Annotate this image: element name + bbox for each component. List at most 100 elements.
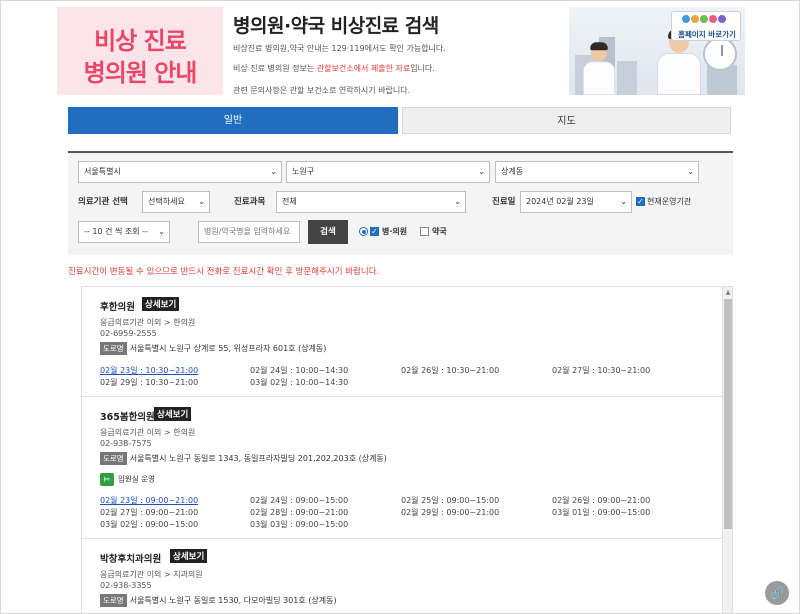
date-label: 진료일	[492, 197, 516, 207]
facility-category: 응급의료기관 이외 > 한의원	[100, 318, 196, 327]
page-title: 병의원·약국 비상진료 검색	[233, 15, 439, 37]
results-list: 후한의원 상세보기 응급의료기관 이외 > 한의원 02-6959-2555 도…	[81, 286, 733, 613]
banner-info-line2: 비상 진료 병의원 정보는 관할보건소에서 제출한 자료입니다.	[233, 63, 435, 74]
chevron-down-icon: ⌄	[158, 227, 165, 236]
homepage-button-label: 홈페이지 바로가기	[678, 30, 736, 39]
dept-select[interactable]: 전체 ⌄	[276, 191, 466, 213]
tab-general[interactable]: 일반	[68, 107, 398, 134]
hospital-option-label: 병·의원	[382, 227, 408, 236]
hospital-checkbox[interactable]: ✓	[370, 227, 379, 236]
banner-info-line1: 비상진료 병의원,약국 안내는 129·119에서도 확인 가능합니다.	[233, 44, 446, 53]
link-icon[interactable]: 🔗	[765, 581, 789, 605]
hours-entry: 02월 28일 : 09:00~21:00	[250, 508, 349, 517]
banner-info-line3: 관련 문의사항은 관할 보건소로 연락하시기 바랍니다.	[233, 86, 411, 95]
hours-entry: 02월 29일 : 10:30~21:00	[100, 378, 199, 387]
tab-map[interactable]: 지도	[402, 107, 731, 134]
logo-dots-icon	[682, 15, 727, 26]
road-tag: 도로명	[100, 452, 127, 465]
road-tag: 도로명	[100, 342, 127, 355]
facility-name[interactable]: 후한의원	[100, 299, 135, 313]
detail-button[interactable]: 상세보기	[154, 407, 192, 421]
hours-entry[interactable]: 02월 23일 : 10:30~21:00	[100, 365, 198, 376]
facility-category: 응급의료기관 이외 > 한의원	[100, 428, 196, 437]
facility-phone: 02-938-7575	[100, 439, 152, 448]
page-frame: 비상 진료 병의원 안내 병의원·약국 비상진료 검색 비상진료 병의원,약국 …	[0, 0, 800, 614]
facility-address: 도로명 서울특별시 노원구 동일로 1530, 다모아빌딩 301호 (상계동)	[100, 594, 337, 607]
name-search-input[interactable]: 병원/약국명을 입력하세요	[198, 221, 300, 243]
facility-phone: 02-6959-2555	[100, 329, 157, 338]
hours-entry: 02월 26일 : 10:30~21:00	[401, 366, 500, 375]
city-select-value: 서울특별시	[84, 167, 121, 176]
hours-entry: 02월 24일 : 09:00~15:00	[250, 496, 349, 505]
facility-address-text: 서울특별시 노원구 동일로 1530, 다모아빌딩 301호 (상계동)	[129, 596, 337, 605]
clock-icon	[703, 37, 737, 71]
dept-label: 진료과목	[234, 197, 266, 207]
hours-entry: 03월 02일 : 10:00~14:30	[250, 378, 349, 387]
list-item: 후한의원 상세보기 응급의료기관 이외 > 한의원 02-6959-2555 도…	[82, 287, 722, 397]
ward-label: 입원실 운영	[118, 474, 155, 484]
facility-address: 도로명 서울특별시 노원구 동일로 1343, 동일프라자빌딩 201,202,2…	[100, 452, 387, 465]
facility-address: 도로명 서울특별시 노원구 상계로 55, 위성프라자 601호 (상계동)	[100, 342, 326, 355]
search-filter-panel: 서울특별시 ⌄ 노원구 ⌄ 상계동 ⌄ 의료기관 선택 선택하세요 ⌄ 진료과목 전체 ⌄…	[68, 151, 733, 255]
facility-name[interactable]: 365봄한의원	[100, 409, 155, 423]
chevron-down-icon: ⌄	[478, 167, 485, 176]
hours-entry: 02월 27일 : 10:30~21:00	[552, 366, 651, 375]
scrollbar-thumb[interactable]	[724, 299, 732, 529]
chevron-down-icon: ⌄	[454, 197, 461, 206]
institution-label: 의료기관 선택	[78, 197, 128, 207]
chevron-down-icon: ⌄	[198, 197, 205, 206]
detail-button[interactable]: 상세보기	[170, 549, 208, 563]
hours-entry: 02월 25일 : 09:00~15:00	[401, 496, 500, 505]
facility-category: 응급의료기관 이외 > 치과의원	[100, 570, 203, 579]
pharmacy-option-label: 약국	[432, 227, 447, 236]
city-select[interactable]: 서울특별시 ⌄	[78, 161, 282, 183]
open-now-checkbox[interactable]: ✓	[636, 197, 645, 206]
facility-address-text: 서울특별시 노원구 상계로 55, 위성프라자 601호 (상계동)	[129, 344, 327, 353]
facility-phone: 02-938-3355	[100, 581, 152, 590]
building-icon	[617, 61, 637, 95]
chevron-down-icon: ⌄	[620, 197, 627, 206]
per-page-select[interactable]: -- 10 건 씩 조회 -- ⌄	[78, 221, 170, 243]
dong-select[interactable]: 상계동 ⌄	[495, 161, 699, 183]
scope-radio[interactable]	[359, 227, 368, 236]
per-page-select-value: -- 10 건 씩 조회 --	[84, 227, 148, 236]
homepage-button[interactable]: 홈페이지 바로가기	[671, 11, 741, 41]
scroll-up-icon[interactable]: ▲	[723, 289, 732, 296]
district-select[interactable]: 노원구 ⌄	[286, 161, 490, 183]
date-select[interactable]: 2024년 02월 23일 ⌄	[520, 191, 632, 213]
road-tag: 도로명	[100, 594, 127, 607]
date-select-value: 2024년 02월 23일	[526, 197, 594, 206]
doctor-figure-icon	[583, 42, 615, 95]
district-select-value: 노원구	[292, 167, 315, 176]
bed-icon: ⊨	[100, 473, 114, 486]
facility-address-text: 서울특별시 노원구 동일로 1343, 동일프라자빌딩 201,202,203호…	[129, 454, 387, 463]
results-scrollbar[interactable]: ▲	[722, 287, 732, 613]
hours-entry: 02월 29일 : 09:00~21:00	[401, 508, 500, 517]
banner: 비상 진료 병의원 안내 병의원·약국 비상진료 검색 비상진료 병의원,약국 …	[57, 7, 745, 95]
chevron-down-icon: ⌄	[687, 167, 694, 176]
hours-entry[interactable]: 02월 23일 : 09:00~21:00	[100, 495, 198, 506]
institution-select[interactable]: 선택하세요 ⌄	[142, 191, 210, 213]
hours-entry: 02월 26일 : 09:00~21:00	[552, 496, 651, 505]
dong-select-value: 상계동	[501, 167, 524, 176]
institution-select-value: 선택하세요	[148, 197, 185, 206]
banner-logo-block: 비상 진료 병의원 안내	[57, 7, 223, 95]
list-item: 365봄한의원 상세보기 응급의료기관 이외 > 한의원 02-938-7575…	[82, 397, 722, 539]
banner-info-line2-red: 관할보건소에서 제출한 자료	[316, 64, 411, 73]
dept-select-value: 전체	[282, 197, 297, 206]
list-item: 박창후치과의원 상세보기 응급의료기관 이외 > 치과의원 02-938-335…	[82, 539, 722, 613]
banner-illustration: 홈페이지 바로가기	[569, 7, 745, 95]
chevron-down-icon: ⌄	[270, 167, 277, 176]
pharmacy-checkbox[interactable]	[420, 227, 429, 236]
open-now-label: 현재운영기관	[647, 197, 692, 206]
hours-entry: 03월 01일 : 09:00~15:00	[552, 508, 651, 517]
hours-entry: 03월 02일 : 09:00~15:00	[100, 520, 199, 529]
banner-logo-line2: 병의원 안내	[83, 59, 198, 87]
search-button[interactable]: 검색	[308, 220, 348, 244]
banner-info-line2-pre: 비상 진료 병의원 정보는	[233, 64, 317, 73]
detail-button[interactable]: 상세보기	[142, 297, 180, 311]
banner-logo-line1: 비상 진료	[94, 27, 187, 55]
notice-text: 진료시간이 변동될 수 있으므로 반드시 전화로 진료시간 확인 후 방문해주시…	[68, 267, 380, 277]
hours-entry: 02월 24일 : 10:00~14:30	[250, 366, 349, 375]
facility-name[interactable]: 박창후치과의원	[100, 551, 161, 565]
